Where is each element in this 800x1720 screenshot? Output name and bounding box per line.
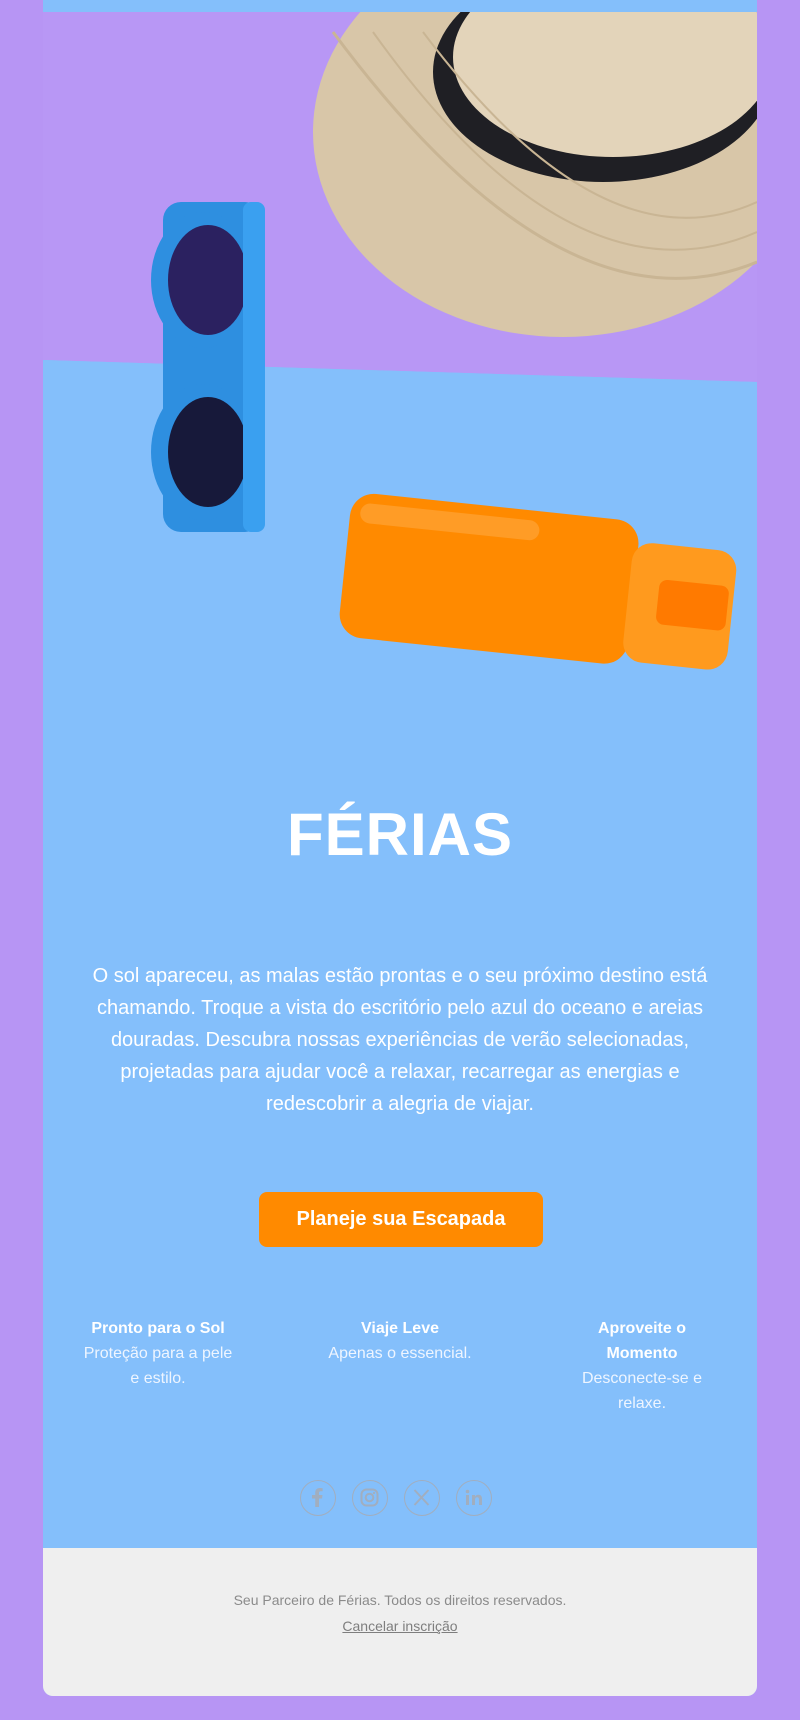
hero-image [43,12,757,752]
email-card: FÉRIAS O sol apareceu, as malas estão pr… [43,0,757,1696]
feature-travel-light: Viaje Leve Apenas o essencial. [315,1316,485,1366]
intro-line: douradas. Descubra nossas experiências d… [110,1029,690,1051]
facebook-icon[interactable] [300,1480,336,1516]
feature-desc: e estilo. [130,1370,186,1387]
intro-line: chamando. Troque a vista do escritório p… [97,997,703,1019]
feature-enjoy-moment: Aproveite o Momento Desconecte-se e rela… [557,1316,727,1416]
feature-desc: Apenas o essencial. [328,1345,472,1362]
instagram-icon[interactable] [352,1480,388,1516]
plan-escape-button[interactable]: Planeje sua Escapada [259,1192,543,1247]
feature-sun-ready: Pronto para o Sol Proteção para a pele e… [73,1316,243,1391]
feature-desc: Desconecte-se e [581,1370,703,1387]
sunglasses [151,202,265,532]
page-title: FÉRIAS [286,801,514,868]
feature-desc: Proteção para a pele [83,1345,233,1362]
intro-line: O sol apareceu, as malas estão prontas e… [92,965,708,987]
intro-line: projetadas para ajudar você a relaxar, r… [120,1061,680,1083]
linkedin-icon[interactable] [456,1480,492,1516]
feature-title: Momento [606,1345,678,1362]
intro-paragraph: O sol apareceu, as malas estão prontas e… [67,960,733,1120]
social-links [300,1480,500,1520]
feature-title: Pronto para o Sol [91,1320,225,1337]
feature-title: Aproveite o [597,1320,686,1337]
copyright-text: Seu Parceiro de Férias. Todos os direito… [233,1592,567,1608]
x-icon[interactable] [404,1480,440,1516]
footer: Seu Parceiro de Férias. Todos os direito… [43,1548,757,1696]
feature-desc: relaxe. [617,1395,667,1412]
intro-line: redescobrir a alegria de viajar. [266,1093,534,1115]
unsubscribe-link[interactable]: Cancelar inscrição [43,1618,757,1634]
feature-title: Viaje Leve [361,1320,439,1337]
